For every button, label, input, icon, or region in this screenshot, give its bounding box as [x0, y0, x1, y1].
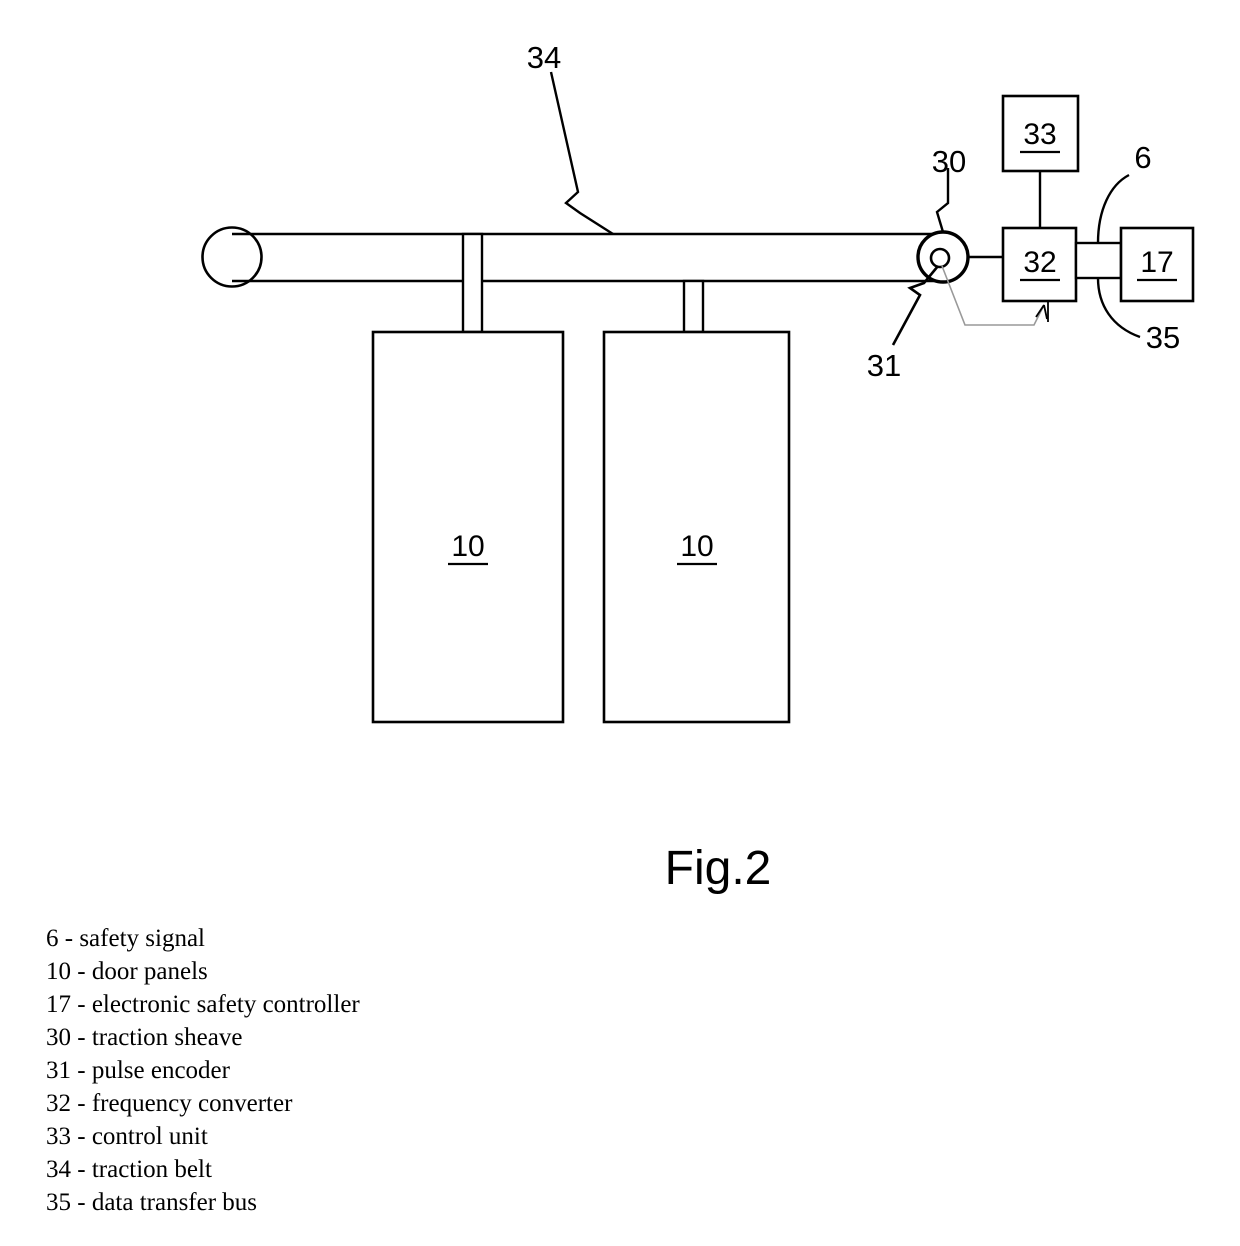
leader-line-34 [549, 71, 614, 236]
callout-label-35: 35 [1146, 320, 1180, 355]
door-panels-group: 10 10 [371, 330, 791, 724]
electronic-safety-controller-group: 17 [1119, 226, 1195, 303]
data-transfer-bus-channel [1074, 241, 1123, 280]
data-transfer-bus-group [1074, 241, 1123, 280]
hanger-right [682, 279, 705, 334]
hanger-left [461, 232, 484, 334]
belt-idler-pulley [201, 226, 263, 288]
door-panel-left-label: 10 [451, 530, 484, 563]
door-panel-right-label: 10 [680, 530, 713, 563]
legend-item: 34 - traction belt [46, 1156, 212, 1183]
door-panel-left [371, 330, 565, 724]
electronic-safety-controller-label: 17 [1140, 246, 1173, 279]
callout-label-31: 31 [867, 348, 901, 383]
figure-container: 10 10 33 32 17 34 30 31 6 35 Fig.2 6 - s… [0, 0, 1240, 1246]
legend-item: 17 - electronic safety controller [46, 991, 360, 1018]
reference-numeral-legend: 6 - safety signal 10 - door panels 17 - … [46, 922, 646, 1219]
callout-label-34: 34 [527, 40, 561, 75]
legend-item: 10 - door panels [46, 958, 208, 985]
control-unit-label: 33 [1023, 118, 1056, 151]
door-panel-right [602, 330, 791, 724]
legend-item: 30 - traction sheave [46, 1024, 243, 1051]
control-unit-group: 33 [1001, 94, 1080, 228]
legend-item: 35 - data transfer bus [46, 1189, 258, 1216]
legend-item: 6 - safety signal [46, 925, 205, 952]
frequency-converter-group: 32 [1001, 226, 1078, 303]
callout-label-6: 6 [1134, 140, 1151, 175]
traction-belt-group [201, 226, 943, 288]
pulse-encoder-hub [929, 247, 951, 269]
door-hanger-connectors [461, 232, 705, 334]
legend-item: 31 - pulse encoder [46, 1057, 230, 1084]
figure-caption: Fig.2 [665, 842, 772, 895]
legend-item: 32 - frequency converter [46, 1090, 293, 1117]
legend-item: 33 - control unit [46, 1123, 208, 1150]
callout-label-30: 30 [932, 144, 966, 179]
frequency-converter-label: 32 [1023, 246, 1056, 279]
